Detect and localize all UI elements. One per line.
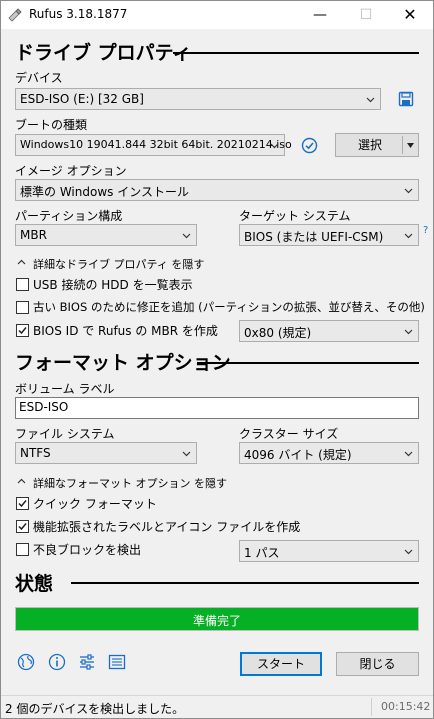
- title-bar: Rufus 3.18.1877 — ☐ ✕: [1, 1, 433, 29]
- extended-label-label: 機能拡張されたラベルとアイコン ファイルを作成: [33, 520, 301, 534]
- chevron-down-icon: [404, 233, 413, 239]
- partition-scheme-label: パーティション構成: [15, 209, 123, 223]
- start-button-label: スタート: [256, 657, 305, 671]
- help-link[interactable]: ?: [423, 225, 428, 236]
- device-select[interactable]: ESD-ISO (E:) [32 GB]: [15, 88, 381, 110]
- volume-label-input[interactable]: [19, 400, 399, 414]
- chevron-down-icon: [404, 188, 413, 194]
- usb-hdd-label: USB 接続の HDD を一覧表示: [33, 278, 193, 292]
- start-button[interactable]: スタート: [240, 652, 322, 676]
- rufus-window: Rufus 3.18.1877 — ☐ ✕ ドライブ プロパティ デバイス ES…: [0, 0, 434, 719]
- chevron-down-icon: [404, 451, 413, 457]
- minimize-button[interactable]: —: [297, 1, 343, 29]
- partition-value: MBR: [20, 228, 47, 242]
- boot-type-label: ブートの種類: [15, 118, 88, 132]
- bios-id-label: BIOS ID で Rufus の MBR を作成: [33, 324, 218, 338]
- split-arrow-icon[interactable]: [406, 141, 415, 150]
- save-icon[interactable]: [398, 91, 414, 107]
- target-value: BIOS (または UEFI-CSM): [244, 230, 384, 244]
- section-divider: [173, 52, 419, 54]
- status-heading: 状態: [15, 573, 54, 595]
- image-option-value: 標準の Windows インストール: [20, 185, 189, 199]
- quick-format-label: クイック フォーマット: [33, 497, 157, 511]
- check-icon: [18, 500, 27, 508]
- file-system-select[interactable]: NTFS: [15, 442, 197, 464]
- check-icon: [18, 523, 27, 531]
- advanced-drive-label: 詳細なドライブ プロパティ を隠す: [33, 258, 205, 271]
- target-system-label: ターゲット システム: [239, 209, 351, 223]
- elapsed-time: 00:15:42: [381, 700, 431, 713]
- progress-bar: 準備完了: [15, 607, 419, 631]
- status-message: 2 個のデバイスを検出しました。: [5, 702, 185, 716]
- extended-label-checkbox[interactable]: [16, 520, 29, 533]
- bad-blocks-label: 不良ブロックを検出: [33, 543, 142, 557]
- chevron-down-icon: [182, 233, 191, 239]
- bios-id-select[interactable]: 0x80 (規定): [239, 320, 419, 342]
- info-icon[interactable]: [48, 653, 66, 671]
- chevron-down-icon: [404, 329, 413, 335]
- chevron-up-icon: [17, 478, 26, 484]
- old-bios-checkbox[interactable]: [16, 301, 29, 314]
- status-separator: [371, 698, 372, 716]
- boot-select[interactable]: Windows10 19041.844 32bit 64bit. 2021021…: [15, 134, 292, 156]
- bad-blocks-checkbox[interactable]: [16, 543, 29, 556]
- cluster-size-label: クラスター サイズ: [239, 427, 339, 441]
- file-system-label: ファイル システム: [15, 427, 115, 441]
- window-title: Rufus 3.18.1877: [29, 7, 128, 21]
- split-divider: [402, 136, 403, 154]
- section-divider: [197, 362, 419, 364]
- select-image-button[interactable]: 選択: [335, 133, 419, 157]
- close-button[interactable]: 閉じる: [336, 652, 419, 676]
- volume-label-label: ボリューム ラベル: [15, 382, 115, 396]
- device-label: デバイス: [15, 71, 63, 85]
- usb-hdd-checkbox[interactable]: [16, 278, 29, 291]
- status-bar: 2 個のデバイスを検出しました。 00:15:42: [1, 695, 433, 718]
- drive-properties-heading: ドライブ プロパティ: [15, 42, 192, 64]
- globe-icon[interactable]: [17, 653, 35, 671]
- passes-value: 1 パス: [244, 546, 280, 560]
- device-value: ESD-ISO (E:) [32 GB]: [20, 92, 144, 106]
- image-option-select[interactable]: 標準の Windows インストール: [15, 179, 419, 201]
- image-option-label: イメージ オプション: [15, 164, 127, 178]
- chevron-down-icon: [404, 549, 413, 555]
- boot-value: Windows10 19041.844 32bit 64bit. 2021021…: [20, 138, 292, 151]
- bios-id-checkbox[interactable]: [16, 324, 29, 337]
- old-bios-label: 古い BIOS のために修正を追加 (パーティションの拡張、並び替え、その他): [33, 300, 425, 314]
- bios-id-value: 0x80 (規定): [244, 326, 312, 340]
- chevron-down-icon: [366, 97, 375, 103]
- partition-scheme-select[interactable]: MBR: [15, 224, 197, 246]
- chevron-down-icon: [182, 451, 191, 457]
- cluster-size-select[interactable]: 4096 バイト (規定): [239, 442, 419, 464]
- close-window-button[interactable]: ✕: [387, 1, 433, 29]
- file-system-value: NTFS: [20, 446, 51, 460]
- settings-sliders-icon[interactable]: [78, 653, 96, 671]
- close-button-label: 閉じる: [359, 657, 396, 671]
- cluster-size-value: 4096 バイト (規定): [244, 448, 352, 462]
- quick-format-checkbox[interactable]: [16, 497, 29, 510]
- select-button-label: 選択: [357, 138, 382, 152]
- section-divider: [71, 582, 419, 584]
- passes-select[interactable]: 1 パス: [239, 540, 419, 562]
- target-system-select[interactable]: BIOS (または UEFI-CSM): [239, 224, 419, 246]
- maximize-button[interactable]: ☐: [343, 1, 389, 29]
- check-icon: [18, 327, 27, 335]
- volume-label-field[interactable]: [15, 397, 419, 419]
- checkmark-circle-icon[interactable]: [301, 137, 318, 154]
- chevron-down-icon: [270, 143, 279, 149]
- progress-text: 準備完了: [192, 614, 241, 628]
- chevron-up-icon: [17, 259, 26, 265]
- advanced-format-label: 詳細なフォーマット オプション を隠す: [33, 477, 227, 490]
- log-icon[interactable]: [108, 653, 126, 671]
- app-icon: [8, 8, 22, 22]
